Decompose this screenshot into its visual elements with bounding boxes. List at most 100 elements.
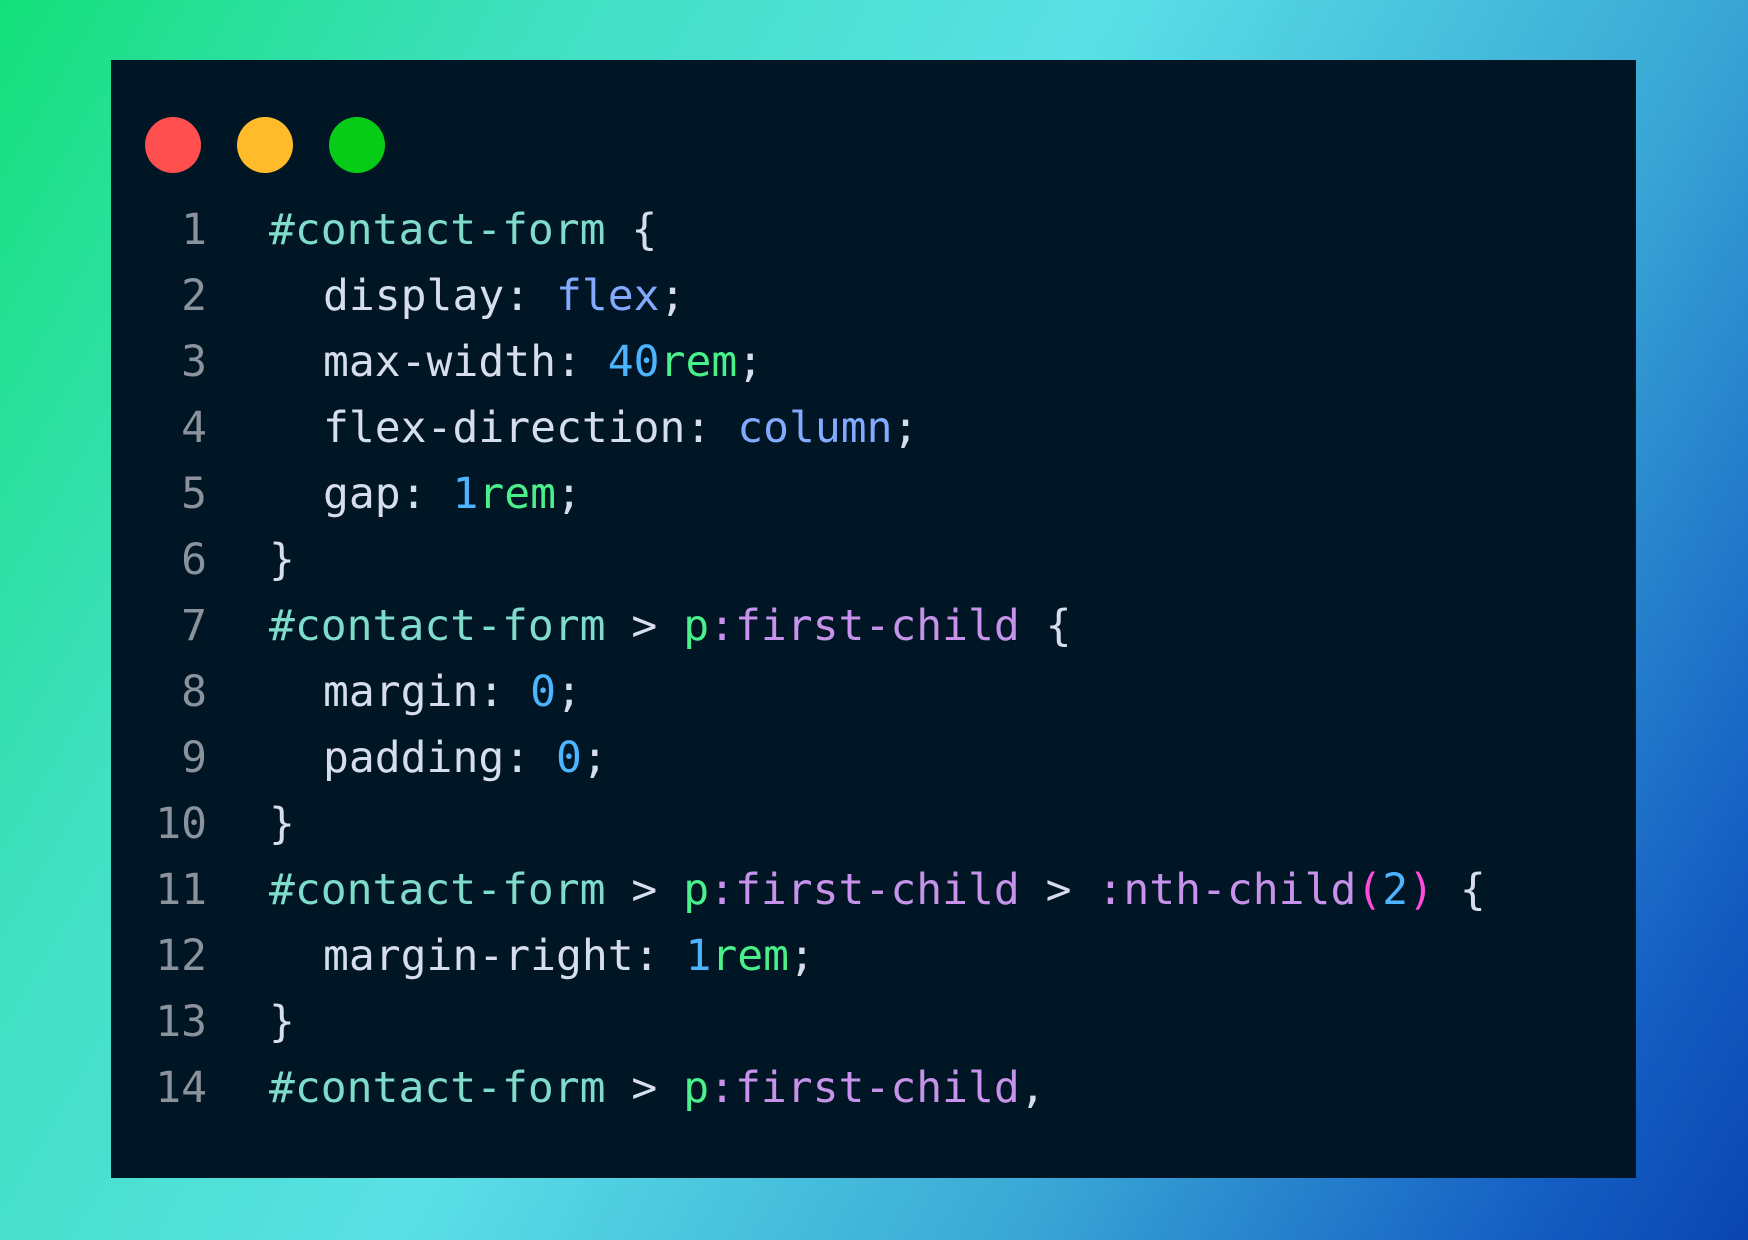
code-line: 3 max-width: 40rem;: [111, 329, 1486, 395]
brace: }: [269, 535, 295, 585]
code-text: max-width: 40rem;: [269, 329, 763, 395]
paren-open: (: [1356, 865, 1383, 915]
brace: {: [1434, 865, 1486, 915]
brace: {: [605, 205, 658, 255]
code-line: 14 #contact-form > p:first-child,: [111, 1055, 1486, 1121]
selector-id: #contact-form: [269, 205, 606, 255]
brace: }: [269, 997, 295, 1047]
line-number: 10: [155, 799, 207, 849]
semicolon: ;: [737, 337, 764, 387]
line-number: 9: [181, 733, 207, 783]
code-text: margin: 0;: [269, 659, 582, 725]
code-text: gap: 1rem;: [269, 461, 582, 527]
selector-id: #contact-form: [269, 1063, 606, 1113]
colon: :: [685, 403, 738, 453]
code-line: 4 flex-direction: column;: [111, 395, 1486, 461]
property: max-width: [323, 337, 556, 387]
value-number: 1: [452, 469, 479, 519]
code-text: #contact-form > p:first-child,: [269, 1055, 1046, 1121]
line-number: 8: [181, 667, 207, 717]
code-text: }: [269, 791, 295, 857]
line-number: 14: [155, 1063, 207, 1113]
code-line: 12 margin-right: 1rem;: [111, 923, 1486, 989]
value-number: 1: [685, 931, 712, 981]
line-number: 13: [155, 997, 207, 1047]
code-text: flex-direction: column;: [269, 395, 918, 461]
semicolon: ;: [892, 403, 919, 453]
property: display: [323, 271, 505, 321]
combinator: >: [605, 865, 684, 915]
code-line: 11 #contact-form > p:first-child > :nth-…: [111, 857, 1486, 923]
semicolon: ;: [556, 667, 582, 717]
selector-element: p: [683, 601, 710, 651]
property: padding: [323, 733, 505, 783]
colon: :: [504, 271, 556, 321]
colon: :: [478, 667, 531, 717]
selector-pseudo: :first-child: [709, 865, 1020, 915]
line-number: 12: [155, 931, 207, 981]
brace: {: [1019, 601, 1072, 651]
value-keyword: flex: [556, 271, 660, 321]
line-number: 6: [181, 535, 207, 585]
colon: :: [556, 337, 608, 387]
comma: ,: [1019, 1063, 1046, 1113]
value-unit: rem: [478, 469, 557, 519]
semicolon: ;: [556, 469, 582, 519]
colon: :: [504, 733, 556, 783]
paren-close: ): [1408, 865, 1435, 915]
value-number: 40: [607, 337, 660, 387]
selector-element: p: [683, 1063, 710, 1113]
colon: :: [633, 931, 686, 981]
property: flex-direction: [323, 403, 686, 453]
code-block: 1 #contact-form { 2 display: flex; 3 max…: [111, 197, 1486, 1121]
code-text: padding: 0;: [269, 725, 608, 791]
semicolon: ;: [789, 931, 815, 981]
code-line: 9 padding: 0;: [111, 725, 1486, 791]
value-unit: rem: [711, 931, 790, 981]
code-text: display: flex;: [269, 263, 685, 329]
close-button[interactable]: [145, 117, 201, 173]
minimize-button[interactable]: [237, 117, 293, 173]
selector-id: #contact-form: [269, 865, 606, 915]
colon: :: [400, 469, 453, 519]
code-text: #contact-form > p:first-child {: [269, 593, 1072, 659]
code-text: #contact-form {: [269, 197, 657, 263]
line-number: 1: [181, 205, 207, 255]
code-text: margin-right: 1rem;: [269, 923, 815, 989]
code-line: 6 }: [111, 527, 1486, 593]
line-number: 4: [181, 403, 207, 453]
window-controls: [145, 117, 385, 173]
selector-pseudo: :nth-child: [1097, 865, 1357, 915]
code-line: 7 #contact-form > p:first-child {: [111, 593, 1486, 659]
value-number: 0: [556, 733, 582, 783]
selector-element: p: [683, 865, 710, 915]
selector-pseudo: :first-child: [709, 601, 1020, 651]
code-line: 10 }: [111, 791, 1486, 857]
zoom-button[interactable]: [329, 117, 385, 173]
line-number: 7: [181, 601, 207, 651]
code-line: 5 gap: 1rem;: [111, 461, 1486, 527]
code-line: 8 margin: 0;: [111, 659, 1486, 725]
property: margin-right: [323, 931, 634, 981]
code-text: }: [269, 527, 295, 593]
semicolon: ;: [581, 733, 608, 783]
selector-pseudo: :first-child: [709, 1063, 1020, 1113]
code-text: #contact-form > p:first-child > :nth-chi…: [269, 857, 1486, 923]
code-text: }: [269, 989, 295, 1055]
code-line: 13 }: [111, 989, 1486, 1055]
line-number: 11: [155, 865, 207, 915]
line-number: 5: [181, 469, 207, 519]
semicolon: ;: [659, 271, 686, 321]
code-window: 1 #contact-form { 2 display: flex; 3 max…: [111, 60, 1636, 1178]
line-number: 3: [181, 337, 207, 387]
value-unit: rem: [659, 337, 738, 387]
code-line: 1 #contact-form {: [111, 197, 1486, 263]
line-number: 2: [181, 271, 207, 321]
brace: }: [269, 799, 295, 849]
combinator: >: [605, 1063, 684, 1113]
value-number: 0: [530, 667, 557, 717]
property: margin: [323, 667, 479, 717]
combinator: >: [605, 601, 684, 651]
value-keyword: column: [737, 403, 893, 453]
property: gap: [323, 469, 401, 519]
